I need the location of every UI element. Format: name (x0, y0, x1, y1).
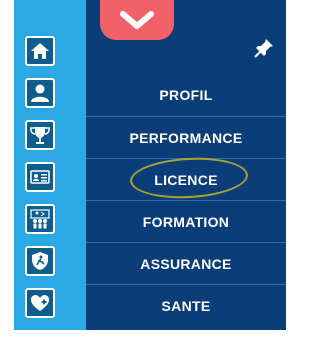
bottom-edge (14, 330, 286, 340)
home-icon (31, 43, 49, 59)
menu-item-label: PROFIL (159, 87, 213, 103)
pin-icon (254, 39, 273, 58)
menu-item-assurance[interactable]: ASSURANCE (86, 242, 286, 284)
menu-item-label: PERFORMANCE (129, 129, 243, 146)
menu-item-profil[interactable]: PROFIL (86, 74, 286, 116)
menu-item-label: FORMATION (142, 213, 230, 230)
licence-card-icon-button[interactable] (25, 162, 55, 192)
insurance-shield-icon-button[interactable] (25, 246, 55, 276)
menu-item-sante[interactable]: SANTE (86, 284, 286, 326)
trophy-icon (30, 127, 50, 144)
insurance-shield-icon (32, 252, 48, 270)
menu-item-formation[interactable]: FORMATION (86, 200, 286, 242)
navigation-panel: PROFIL PERFORMANCE LICENCE FORMATION ASS… (86, 0, 286, 330)
trophy-icon-button[interactable] (25, 120, 55, 150)
licence-card-icon (30, 170, 50, 184)
team-icon (30, 209, 50, 229)
chevron-down-icon (120, 11, 154, 29)
main-menu: PROFIL PERFORMANCE LICENCE FORMATION ASS… (86, 74, 286, 326)
user-icon-button[interactable] (25, 78, 55, 108)
health-heart-icon (31, 295, 49, 311)
icon-sidebar (14, 0, 86, 330)
menu-item-label: SANTE (161, 297, 211, 314)
team-icon-button[interactable] (25, 204, 55, 234)
home-icon-button[interactable] (25, 36, 55, 66)
pin-button[interactable] (252, 36, 276, 60)
health-heart-icon-button[interactable] (25, 288, 55, 318)
menu-item-label: ASSURANCE (140, 255, 232, 272)
user-icon (31, 84, 49, 102)
menu-item-performance[interactable]: PERFORMANCE (86, 116, 286, 158)
menu-item-label: LICENCE (154, 171, 218, 188)
collapse-toggle-button[interactable] (100, 0, 174, 40)
menu-item-licence[interactable]: LICENCE (86, 158, 286, 200)
